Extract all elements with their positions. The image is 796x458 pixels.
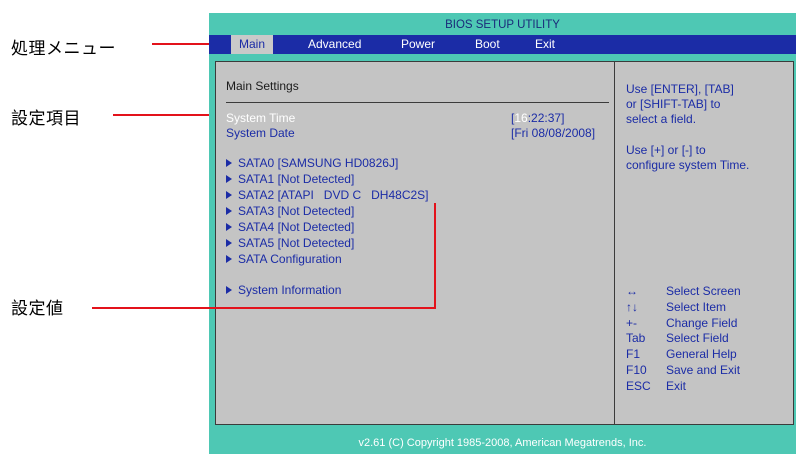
submenu-label: SATA5 [Not Detected]: [238, 236, 355, 250]
callout-menu-line: [152, 43, 216, 45]
key-legend-key: ↑↓: [626, 300, 638, 314]
callout-items-label: 設定項目: [11, 109, 81, 129]
system-date-label[interactable]: System Date: [226, 126, 295, 141]
key-legend-desc: Change Field: [666, 316, 738, 330]
submenu-arrow-icon: [226, 255, 232, 263]
key-legend-key: F10: [626, 363, 647, 377]
submenu-arrow-icon: [226, 223, 232, 231]
panel-divider: [614, 62, 615, 424]
menu-main[interactable]: Main: [231, 35, 274, 54]
key-legend-desc: Select Field: [666, 331, 729, 345]
menu-power[interactable]: Power: [401, 35, 435, 54]
key-legend-key: ESC: [626, 379, 651, 393]
menu-exit[interactable]: Exit: [535, 35, 555, 54]
help-line: or [SHIFT-TAB] to: [626, 97, 721, 111]
key-legend-key: ↔: [626, 284, 638, 298]
time-hour-field[interactable]: 16: [514, 111, 527, 125]
system-date-value[interactable]: [Fri 08/08/2008]: [511, 126, 595, 141]
submenu-sata0[interactable]: SATA0 [SAMSUNG HD0826J]: [226, 156, 398, 171]
help-line: Use [ENTER], [TAB]: [626, 82, 734, 96]
callout-menu-label: 処理メニュー: [11, 39, 116, 59]
submenu-arrow-icon: [226, 159, 232, 167]
submenu-label: SATA2 [ATAPI DVD C DH48C2S]: [238, 188, 429, 202]
bios-window: BIOS SETUP UTILITY Main Advanced Power B…: [209, 13, 796, 454]
submenu-label: SATA4 [Not Detected]: [238, 220, 355, 234]
key-legend-desc: Exit: [666, 379, 687, 393]
callout-values-label: 設定値: [11, 299, 64, 319]
submenu-arrow-icon: [226, 286, 232, 294]
submenu-arrow-icon: [226, 239, 232, 247]
submenu-sata-configuration[interactable]: SATA Configuration: [226, 252, 342, 267]
submenu-label: System Information: [238, 283, 342, 297]
section-title: Main Settings: [226, 79, 299, 93]
key-legend-desc: Select Screen: [666, 284, 741, 298]
key-legend-key: F1: [626, 347, 641, 361]
help-line: select a field.: [626, 112, 697, 126]
time-rest: :22:37]: [527, 111, 565, 125]
menu-bar: Main Advanced Power Boot Exit: [209, 35, 796, 54]
bios-title: BIOS SETUP UTILITY: [445, 19, 560, 31]
key-legend-key: +-: [626, 316, 638, 330]
submenu-arrow-icon: [226, 207, 232, 215]
key-legend-desc: Select Item: [666, 300, 727, 314]
help-line: Use [+] or [-] to: [626, 143, 706, 157]
submenu-label: SATA0 [SAMSUNG HD0826J]: [238, 156, 399, 170]
key-legend-desc: General Help: [666, 347, 737, 361]
menu-advanced[interactable]: Advanced: [308, 35, 361, 54]
submenu-system-information[interactable]: System Information: [226, 283, 341, 298]
main-panel: Main Settings System Time [16:22:37] Sys…: [215, 61, 794, 425]
help-line: configure system Time.: [626, 158, 750, 172]
submenu-label: SATA1 [Not Detected]: [238, 172, 355, 186]
submenu-sata1[interactable]: SATA1 [Not Detected]: [226, 172, 354, 187]
submenu-sata4[interactable]: SATA4 [Not Detected]: [226, 220, 354, 235]
submenu-arrow-icon: [226, 191, 232, 199]
callout-values-line-horizontal: [92, 307, 436, 309]
section-rule: [226, 102, 609, 103]
submenu-sata3[interactable]: SATA3 [Not Detected]: [226, 204, 354, 219]
system-time-label[interactable]: System Time: [226, 111, 295, 126]
submenu-sata2[interactable]: SATA2 [ATAPI DVD C DH48C2S]: [226, 188, 429, 203]
callout-values-line-vertical: [434, 203, 436, 309]
menu-boot[interactable]: Boot: [475, 35, 500, 54]
submenu-arrow-icon: [226, 175, 232, 183]
key-legend-desc: Save and Exit: [666, 363, 741, 377]
submenu-sata5[interactable]: SATA5 [Not Detected]: [226, 236, 354, 251]
key-legend-key: Tab: [626, 331, 646, 345]
system-time-value[interactable]: [16:22:37]: [511, 111, 564, 126]
submenu-label: SATA Configuration: [238, 252, 342, 266]
copyright-footer: v2.61 (C) Copyright 1985-2008, American …: [358, 437, 647, 449]
submenu-label: SATA3 [Not Detected]: [238, 204, 355, 218]
